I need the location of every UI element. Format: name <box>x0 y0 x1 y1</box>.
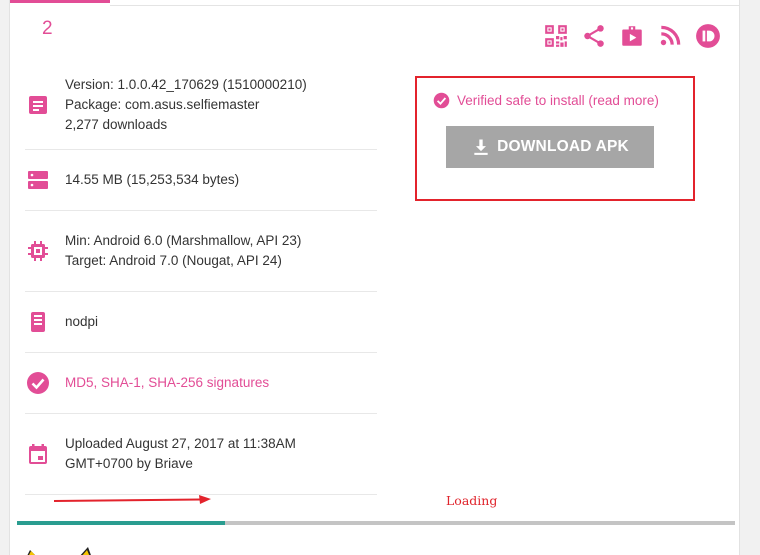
mascot-image <box>27 547 91 555</box>
sdk-row: Min: Android 6.0 (Marshmallow, API 23) T… <box>25 211 377 292</box>
verified-check-icon <box>433 92 450 109</box>
app-details-card: 2 Version: 1.0.0.42_170629 (1510000210) … <box>9 0 740 555</box>
file-size: 14.55 MB (15,253,534 bytes) <box>65 172 240 187</box>
downloads-text: 2,277 downloads <box>65 116 168 132</box>
check-circle-icon <box>25 353 65 413</box>
top-divider <box>110 5 739 6</box>
upload-date-text: Uploaded August 27, 2017 at 11:38AM <box>65 436 296 451</box>
storage-icon <box>25 150 65 210</box>
sdk-info: Min: Android 6.0 (Marshmallow, API 23) T… <box>65 231 301 271</box>
verified-safe-link[interactable]: Verified safe to install (read more) <box>433 92 659 109</box>
version-row: Version: 1.0.0.42_170629 (1510000210) Pa… <box>25 60 377 150</box>
signatures-row[interactable]: MD5, SHA-1, SHA-256 signatures <box>25 353 377 414</box>
size-row: 14.55 MB (15,253,534 bytes) <box>25 150 377 211</box>
signatures-link[interactable]: MD5, SHA-1, SHA-256 signatures <box>65 373 269 393</box>
active-tab-indicator <box>10 0 110 3</box>
pushbullet-icon[interactable] <box>695 23 721 49</box>
rss-icon[interactable] <box>657 23 683 49</box>
chip-icon <box>25 211 65 291</box>
uploader-text: GMT+0700 by Briave <box>65 456 193 471</box>
download-button-label: DOWNLOAD APK <box>497 138 629 155</box>
phone-icon <box>25 292 65 352</box>
document-icon <box>25 60 65 149</box>
loading-annotation: Loading <box>446 493 498 508</box>
loading-progress-bar <box>17 521 735 525</box>
version-info: Version: 1.0.0.42_170629 (1510000210) Pa… <box>65 75 307 135</box>
share-icon[interactable] <box>581 23 607 49</box>
qr-code-icon[interactable] <box>543 23 569 49</box>
download-apk-button[interactable]: DOWNLOAD APK <box>446 126 654 168</box>
target-sdk-text: Target: Android 7.0 (Nougat, API 24) <box>65 253 282 268</box>
dpi-row: nodpi <box>25 292 377 353</box>
calendar-icon <box>25 414 65 494</box>
verified-text[interactable]: Verified safe to install (read more) <box>457 93 659 108</box>
download-section-highlight: Verified safe to install (read more) DOW… <box>415 76 695 201</box>
package-text: Package: com.asus.selfiemaster <box>65 96 260 112</box>
download-icon <box>474 139 488 155</box>
share-toolbar <box>543 22 733 50</box>
min-sdk-text: Min: Android 6.0 (Marshmallow, API 23) <box>65 233 302 248</box>
app-details-list: Version: 1.0.0.42_170629 (1510000210) Pa… <box>25 60 377 495</box>
upload-info: Uploaded August 27, 2017 at 11:38AM GMT+… <box>65 434 296 474</box>
progress-fill <box>17 521 226 525</box>
uploaded-row: Uploaded August 27, 2017 at 11:38AM GMT+… <box>25 414 377 495</box>
annotation-arrow <box>53 495 211 504</box>
play-store-icon[interactable] <box>619 23 645 49</box>
tab-number[interactable]: 2 <box>42 18 53 40</box>
dpi-text: nodpi <box>65 314 99 329</box>
version-text: Version: 1.0.0.42_170629 (1510000210) <box>65 76 307 92</box>
